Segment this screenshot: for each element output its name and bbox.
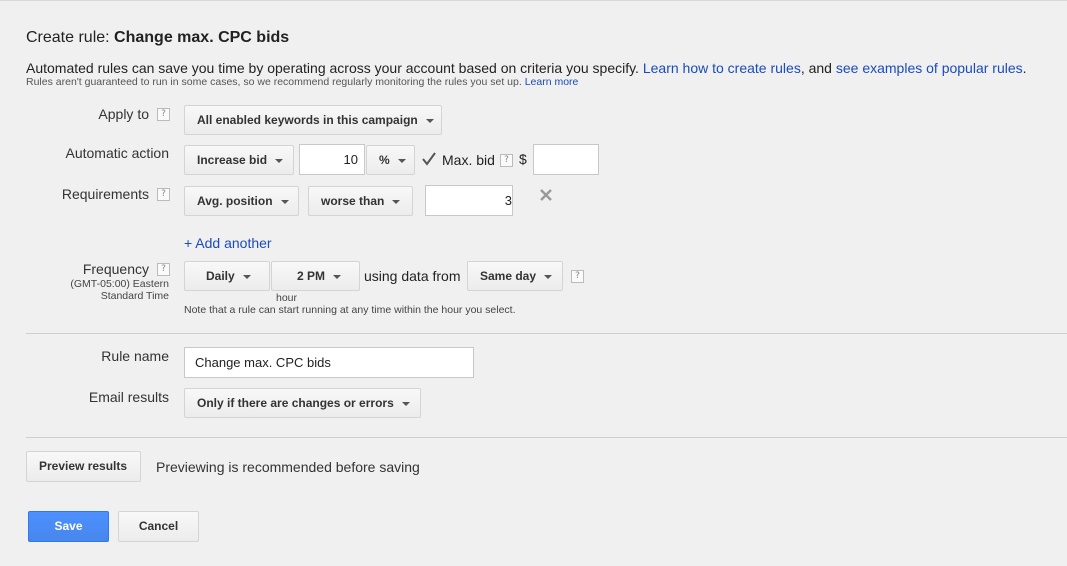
top-border — [0, 0, 1067, 1]
save-label: Save — [54, 519, 83, 533]
data-range-help-icon[interactable]: ? — [571, 270, 584, 283]
action-dropdown[interactable]: Increase bid — [184, 145, 294, 175]
bid-unit-dropdown[interactable]: % — [366, 145, 415, 175]
learn-more-link[interactable]: Learn more — [525, 76, 579, 88]
frequency-help-icon[interactable]: ? — [157, 263, 170, 276]
remove-requirement-close-icon[interactable] — [539, 188, 553, 202]
email-results-value: Only if there are changes or errors — [197, 396, 394, 410]
title-rule-name: Change max. CPC bids — [114, 29, 290, 46]
cancel-label: Cancel — [138, 519, 179, 533]
currency-symbol-text: $ — [519, 151, 527, 167]
max-bid-label-text: Max. bid — [442, 152, 495, 168]
requirements-label: Requirements — [62, 186, 149, 202]
bid-amount-value: 10 — [343, 152, 358, 167]
action-value: Increase bid — [197, 153, 268, 167]
apply-to-help-icon[interactable]: ? — [157, 108, 170, 121]
frequency-dropdown[interactable]: Daily — [184, 261, 270, 291]
timezone-label: (GMT-05:00) Eastern Standard Time — [70, 278, 169, 302]
rule-name-label-text: Rule name — [101, 348, 169, 364]
rule-name-label: Rule name — [101, 348, 169, 364]
bid-amount-input[interactable]: 10 — [299, 144, 365, 175]
using-data-from-text: using data from — [364, 268, 461, 284]
hour-value: 2 PM — [297, 269, 326, 283]
frequency-value: Daily — [206, 269, 235, 283]
hour-caption: hour — [276, 292, 297, 304]
checkmark-icon — [422, 152, 436, 166]
description: Automated rules can save you time by ope… — [26, 60, 1027, 76]
metric-value: Avg. position — [197, 194, 273, 208]
chevron-down-icon — [280, 199, 289, 204]
currency-symbol: $ — [519, 151, 527, 167]
title-prefix: Create rule: — [26, 29, 115, 46]
chevron-down-icon — [242, 274, 251, 279]
bid-unit-value: % — [379, 153, 390, 167]
hour-caption-text: hour — [276, 292, 298, 304]
chevron-down-icon — [397, 158, 406, 163]
preview-hint-text: Previewing is recommended before saving — [156, 459, 420, 475]
apply-to-dropdown[interactable]: All enabled keywords in this campaign — [184, 105, 442, 135]
chevron-down-icon — [275, 158, 284, 163]
using-data-from-label: using data from — [364, 268, 461, 284]
description-mid: , and — [800, 60, 836, 76]
frequency-label-text: Frequency — [82, 261, 149, 277]
operator-value: worse than — [321, 194, 385, 208]
max-bid-help-icon[interactable]: ? — [500, 154, 513, 167]
data-range-dropdown[interactable]: Same day — [467, 261, 563, 291]
rule-name-input[interactable]: Change max. CPC bids — [184, 347, 474, 378]
requirement-value-input[interactable]: 3 — [425, 185, 513, 216]
automatic-action-label-text: Automatic action — [65, 145, 170, 161]
monitoring-note-text: Rules aren't guaranteed to run in some c… — [26, 76, 525, 88]
divider — [26, 437, 1067, 438]
requirements-label-text: Requirements — [61, 186, 149, 202]
preview-results-button[interactable]: Preview results — [26, 451, 141, 482]
data-range-value: Same day — [480, 269, 537, 283]
cancel-button[interactable]: Cancel — [118, 511, 199, 542]
page-title: Create rule: Change max. CPC bids — [26, 29, 289, 47]
chevron-down-icon — [425, 118, 434, 123]
email-results-label-text: Email results — [88, 389, 169, 405]
add-another-text: + Add another — [184, 235, 272, 251]
requirements-help-icon[interactable]: ? — [157, 188, 170, 201]
preview-results-label: Preview results — [39, 459, 128, 473]
rule-name-value: Change max. CPC bids — [195, 355, 331, 370]
timezone-line-2: Standard Time — [100, 290, 169, 302]
chevron-down-icon — [333, 274, 342, 279]
chevron-down-icon — [392, 199, 401, 204]
apply-to-value: All enabled keywords in this campaign — [197, 113, 418, 127]
timezone-line-1: (GMT-05:00) Eastern — [70, 278, 169, 290]
requirement-value: 3 — [504, 193, 512, 208]
preview-hint: Previewing is recommended before saving — [156, 459, 420, 475]
apply-to-label-text: Apply to — [98, 106, 149, 122]
learn-create-rules-link[interactable]: Learn how to create rules — [643, 60, 801, 76]
save-button[interactable]: Save — [28, 511, 109, 542]
email-results-label: Email results — [89, 389, 169, 405]
max-bid-checkbox[interactable] — [421, 151, 437, 167]
description-text: Automated rules can save you time by ope… — [26, 60, 643, 76]
max-bid-input[interactable] — [533, 144, 599, 175]
chevron-down-icon — [544, 274, 553, 279]
automatic-action-label: Automatic action — [66, 145, 170, 161]
frequency-note-text: Note that a rule can start running at an… — [184, 304, 516, 316]
popular-rules-link[interactable]: see examples of popular rules — [836, 60, 1023, 76]
add-another-link[interactable]: + Add another — [184, 235, 272, 251]
metric-dropdown[interactable]: Avg. position — [184, 186, 299, 216]
frequency-note: Note that a rule can start running at an… — [184, 304, 516, 316]
chevron-down-icon — [401, 401, 410, 406]
hour-dropdown[interactable]: 2 PM — [271, 261, 360, 291]
description-end: . — [1022, 60, 1027, 76]
operator-dropdown[interactable]: worse than — [308, 186, 413, 216]
frequency-label: Frequency — [83, 261, 149, 277]
divider — [26, 333, 1067, 334]
max-bid-label: Max. bid — [442, 152, 495, 168]
email-results-dropdown[interactable]: Only if there are changes or errors — [184, 388, 421, 418]
apply-to-label: Apply to — [98, 106, 149, 122]
monitoring-note: Rules aren't guaranteed to run in some c… — [26, 76, 578, 88]
